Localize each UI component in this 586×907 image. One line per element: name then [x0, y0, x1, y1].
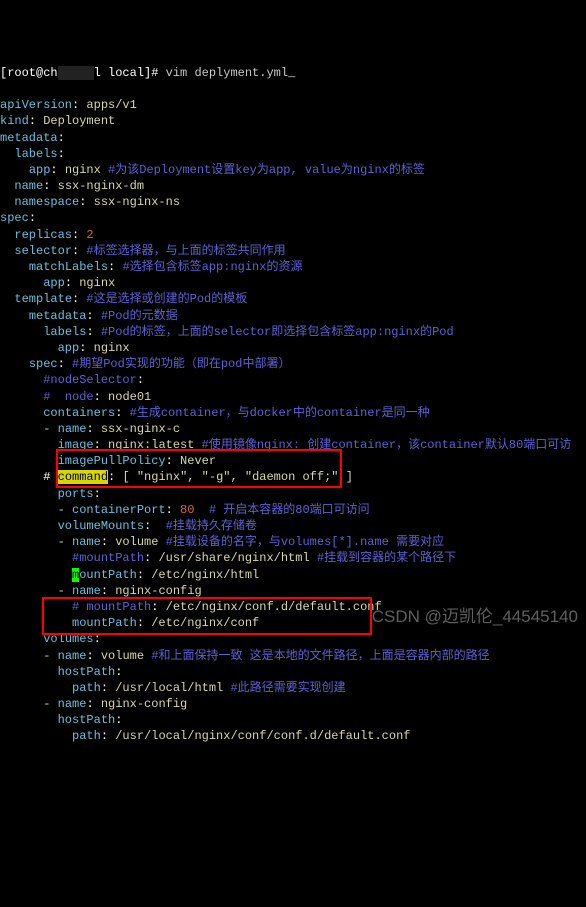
yaml-value: apps/v1: [86, 98, 136, 112]
yaml-comment: #挂载持久存储卷: [166, 519, 257, 533]
shell-prompt: [root@ch l local]#: [0, 66, 166, 80]
yaml-value: nginx: [79, 276, 115, 290]
yaml-key: app: [29, 163, 51, 177]
yaml-comment: #挂载设备的名字，与volumes[*].name 需要对应: [166, 535, 444, 549]
yaml-comment: #生成container，与docker中的container是同一种: [130, 406, 430, 420]
yaml-comment: #为该Deployment设置key为app, value为nginx的标签: [108, 163, 425, 177]
yaml-value: /usr/local/html: [115, 681, 230, 695]
yaml-comment: #Pod的元数据: [101, 309, 178, 323]
yaml-comment: #此路径需要实现创建: [230, 681, 345, 695]
yaml-comment: #这是选择或创建的Pod的模板: [86, 292, 247, 306]
yaml-key: namespace: [14, 195, 79, 209]
yaml-value: ssx-nginx-dm: [58, 179, 144, 193]
yaml-key: ountPath: [79, 568, 137, 582]
yaml-value: nginx-config: [101, 697, 187, 711]
yaml-key: containers: [43, 406, 115, 420]
yaml-comment: #Pod的标签，上面的selector即选择包含标签app:nginx的Pod: [101, 325, 454, 339]
yaml-key: name: [58, 697, 87, 711]
yaml-key: labels: [43, 325, 86, 339]
yaml-value: nginx: [65, 163, 108, 177]
yaml-comment: #挂载到容器的某个路径下: [317, 551, 456, 565]
yaml-key: path: [72, 681, 101, 695]
yaml-key: apiVersion: [0, 98, 72, 112]
yaml-key: name: [58, 649, 87, 663]
yaml-key: spec: [29, 357, 58, 371]
yaml-key: name: [14, 179, 43, 193]
command: vim deplyment.yml: [166, 66, 288, 80]
yaml-key: name: [72, 535, 101, 549]
yaml-value: /usr/local/nginx/conf/conf.d/default.con…: [115, 729, 410, 743]
yaml-key: kind: [0, 114, 29, 128]
yaml-key: selector: [14, 244, 72, 258]
yaml-comment: #标签选择器，与上面的标签共同作用: [86, 244, 285, 258]
yaml-key: containerPort: [72, 503, 166, 517]
yaml-value: 2: [86, 228, 93, 242]
yaml-value: volume: [101, 649, 151, 663]
yaml-comment: #选择包含标签app:nginx的资源: [122, 260, 302, 274]
highlight-box-1: [56, 449, 342, 488]
yaml-comment: #nodeSelector: [43, 373, 137, 387]
yaml-key: volumeMounts: [58, 519, 144, 533]
yaml-value: volume: [115, 535, 165, 549]
yaml-key: metadata: [29, 309, 87, 323]
yaml-value: node01: [108, 390, 151, 404]
yaml-key: replicas: [14, 228, 72, 242]
yaml-key: name: [72, 584, 101, 598]
yaml-key: app: [43, 276, 65, 290]
yaml-value: Deployment: [43, 114, 115, 128]
yaml-key: spec: [0, 211, 29, 225]
yaml-value: /etc/nginx/html: [151, 568, 259, 582]
yaml-key: hostPath: [58, 665, 116, 679]
yaml-key: labels: [14, 147, 57, 161]
yaml-comment: #mountPath: [72, 551, 144, 565]
terminal[interactable]: [root@ch l local]# vim deplyment.yml_ ap…: [0, 65, 586, 745]
yaml-comment: #和上面保持一致 这是本地的文件路径，上面是容器内部的路径: [151, 649, 489, 663]
yaml-comment: # node: [43, 390, 93, 404]
yaml-value: 80: [180, 503, 194, 517]
yaml-value: nginx-config: [115, 584, 201, 598]
yaml-key: ports: [58, 487, 94, 501]
editor-content[interactable]: apiVersion: apps/v1 kind: Deployment met…: [0, 81, 586, 745]
yaml-value: nginx: [94, 341, 130, 355]
yaml-key: name: [58, 422, 87, 436]
watermark: CSDN @迈凯伦_44545140: [372, 606, 578, 629]
yaml-comment: #期望Pod实现的功能（即在pod中部署）: [72, 357, 290, 371]
yaml-value: /usr/share/nginx/html: [158, 551, 316, 565]
yaml-key: template: [14, 292, 72, 306]
yaml-value: ssx-nginx-ns: [94, 195, 180, 209]
yaml-comment: # 开启本容器的80端口可访问: [194, 503, 369, 517]
yaml-key: app: [58, 341, 80, 355]
yaml-key: hostPath: [58, 713, 116, 727]
yaml-key: metadata: [0, 131, 58, 145]
yaml-value: ssx-nginx-c: [101, 422, 180, 436]
yaml-key: path: [72, 729, 101, 743]
highlight-box-2: [42, 597, 372, 635]
yaml-key: matchLabels: [29, 260, 108, 274]
